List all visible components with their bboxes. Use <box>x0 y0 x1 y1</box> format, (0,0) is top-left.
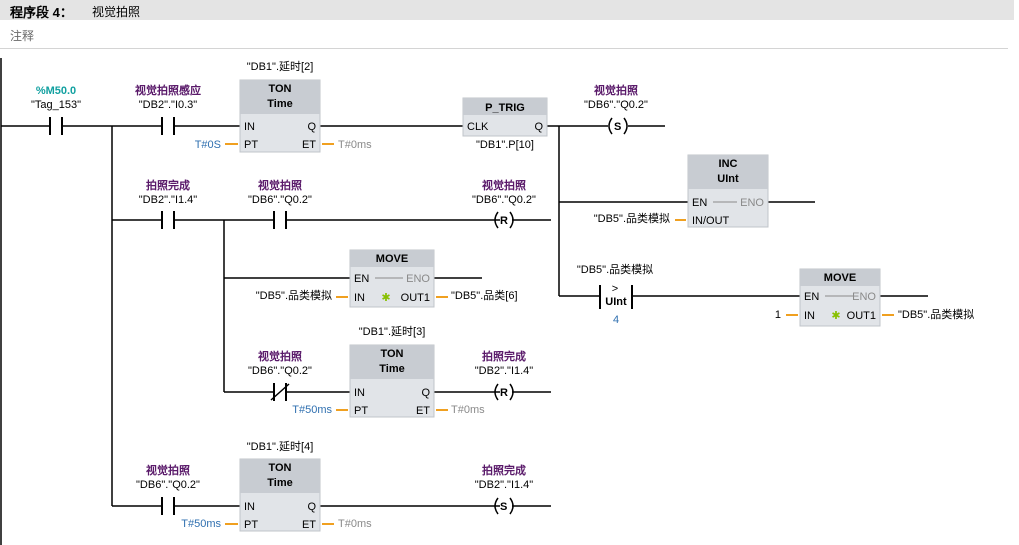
ton2-pin-q: Q <box>421 387 430 399</box>
move2-in-value: 1 <box>775 309 781 321</box>
contact-m50-address: "Tag_153" <box>31 99 81 111</box>
coil-set-photo-symbol: 视觉拍照 <box>594 83 638 97</box>
contact-sense[interactable] <box>161 117 175 135</box>
move1-name: MOVE <box>376 253 408 265</box>
ton2-pin-in: IN <box>354 387 365 399</box>
ton3-instance: "DB1".延时[4] <box>247 440 314 453</box>
ton2-type: Time <box>379 363 404 375</box>
coil-reset-photo-type: R <box>500 215 508 227</box>
coil-reset-done-address: "DB2"."I1.4" <box>475 365 534 377</box>
ton3-pin-et: ET <box>302 519 316 531</box>
ptrig-pin-q: Q <box>534 121 543 133</box>
move1-pin-out: OUT1 <box>401 292 430 304</box>
cmp-operand2: 4 <box>613 314 619 326</box>
move2-out-value: "DB5".品类模拟 <box>898 307 974 321</box>
contact-photo-ton3[interactable] <box>161 497 175 515</box>
cmp-type: UInt <box>605 296 627 308</box>
ton1-pin-q: Q <box>307 121 316 133</box>
ton1-name: TON <box>268 83 291 95</box>
contact-photo-address: "DB6"."Q0.2" <box>248 194 312 206</box>
ton2-name: TON <box>380 348 403 360</box>
ton3-pin-q: Q <box>307 501 316 513</box>
inc-inout-value: "DB5".品类模拟 <box>594 211 670 225</box>
move2-name: MOVE <box>824 272 856 284</box>
inc-name: INC <box>719 158 738 170</box>
coil-set-done-type: S <box>500 501 507 513</box>
ton2-pin-et: ET <box>416 405 430 417</box>
ptrig-instance: "DB1".P[10] <box>476 139 534 151</box>
contact-photo-symbol: 视觉拍照 <box>258 178 302 192</box>
move1-pin-en: EN <box>354 273 369 285</box>
inc-pin-inout: IN/OUT <box>692 215 730 227</box>
ton3-pin-pt: PT <box>244 519 258 531</box>
contact-done-address: "DB2"."I1.4" <box>139 194 198 206</box>
coil-reset-photo-symbol: 视觉拍照 <box>482 178 526 192</box>
ton1-pin-pt: PT <box>244 139 258 151</box>
ton1-pin-in: IN <box>244 121 255 133</box>
contact-photo-ton3-symbol: 视觉拍照 <box>146 463 190 477</box>
contact-photo-nc[interactable] <box>270 383 290 401</box>
ton3-pt-value: T#50ms <box>181 518 221 530</box>
coil-set-photo-type: S <box>614 121 621 133</box>
move1-in-value: "DB5".品类模拟 <box>256 288 332 302</box>
inc-pin-en: EN <box>692 197 707 209</box>
contact-photo-nc-symbol: 视觉拍照 <box>258 349 302 363</box>
contact-m50-symbol: %M50.0 <box>36 85 76 97</box>
ton1-pin-et: ET <box>302 139 316 151</box>
ton1-pt-value: T#0S <box>195 139 221 151</box>
cmp-operator: > <box>612 283 618 295</box>
coil-reset-photo-address: "DB6"."Q0.2" <box>472 194 536 206</box>
ton3-name: TON <box>268 462 291 474</box>
inc-pin-eno: ENO <box>740 197 764 209</box>
move2-pin-in: IN <box>804 310 815 322</box>
contact-photo-nc-address: "DB6"."Q0.2" <box>248 365 312 377</box>
ton3-type: Time <box>267 477 292 489</box>
ton2-pin-pt: PT <box>354 405 368 417</box>
move2-pin-en: EN <box>804 291 819 303</box>
move1-pin-eno: ENO <box>406 273 430 285</box>
coil-set-done-symbol: 拍照完成 <box>482 463 526 477</box>
contact-sense-symbol: 视觉拍照感应 <box>135 83 201 97</box>
contact-done[interactable] <box>161 211 175 229</box>
coil-reset-done-type: R <box>500 387 508 399</box>
move1-pin-in: IN <box>354 292 365 304</box>
contact-sense-address: "DB2"."I0.3" <box>139 99 198 111</box>
ton3-et-value: T#0ms <box>338 518 372 530</box>
cmp-operand1: "DB5".品类模拟 <box>577 262 653 276</box>
ptrig-name: P_TRIG <box>485 102 525 114</box>
contact-photo-ton3-address: "DB6"."Q0.2" <box>136 479 200 491</box>
contact-m50[interactable] <box>49 117 63 135</box>
move2-pin-out: OUT1 <box>847 310 876 322</box>
ton3-pin-in: IN <box>244 501 255 513</box>
coil-set-photo-address: "DB6"."Q0.2" <box>584 99 648 111</box>
ton2-et-value: T#0ms <box>451 404 485 416</box>
ton2-pt-value: T#50ms <box>292 404 332 416</box>
move2-pin-eno: ENO <box>852 291 876 303</box>
move1-out-value: "DB5".品类[6] <box>451 288 518 302</box>
ton1-instance: "DB1".延时[2] <box>247 60 314 73</box>
move2-asterisk-icon: ✱ <box>831 310 840 322</box>
move1-asterisk-icon: ✱ <box>381 292 390 304</box>
coil-reset-done-symbol: 拍照完成 <box>482 349 526 363</box>
contact-photo[interactable] <box>273 211 287 229</box>
ptrig-pin-clk: CLK <box>467 121 489 133</box>
contact-done-symbol: 拍照完成 <box>146 178 190 192</box>
ton2-instance: "DB1".延时[3] <box>359 325 426 338</box>
ton1-type: Time <box>267 98 292 110</box>
coil-set-done-address: "DB2"."I1.4" <box>475 479 534 491</box>
inc-type: UInt <box>717 173 739 185</box>
ladder-diagram: S R R S %M50.0 "Tag_153" 视觉拍照感应 "DB2"."I… <box>0 58 974 545</box>
coil-set-photo[interactable]: S <box>608 117 628 135</box>
ton1-et-value: T#0ms <box>338 139 372 151</box>
